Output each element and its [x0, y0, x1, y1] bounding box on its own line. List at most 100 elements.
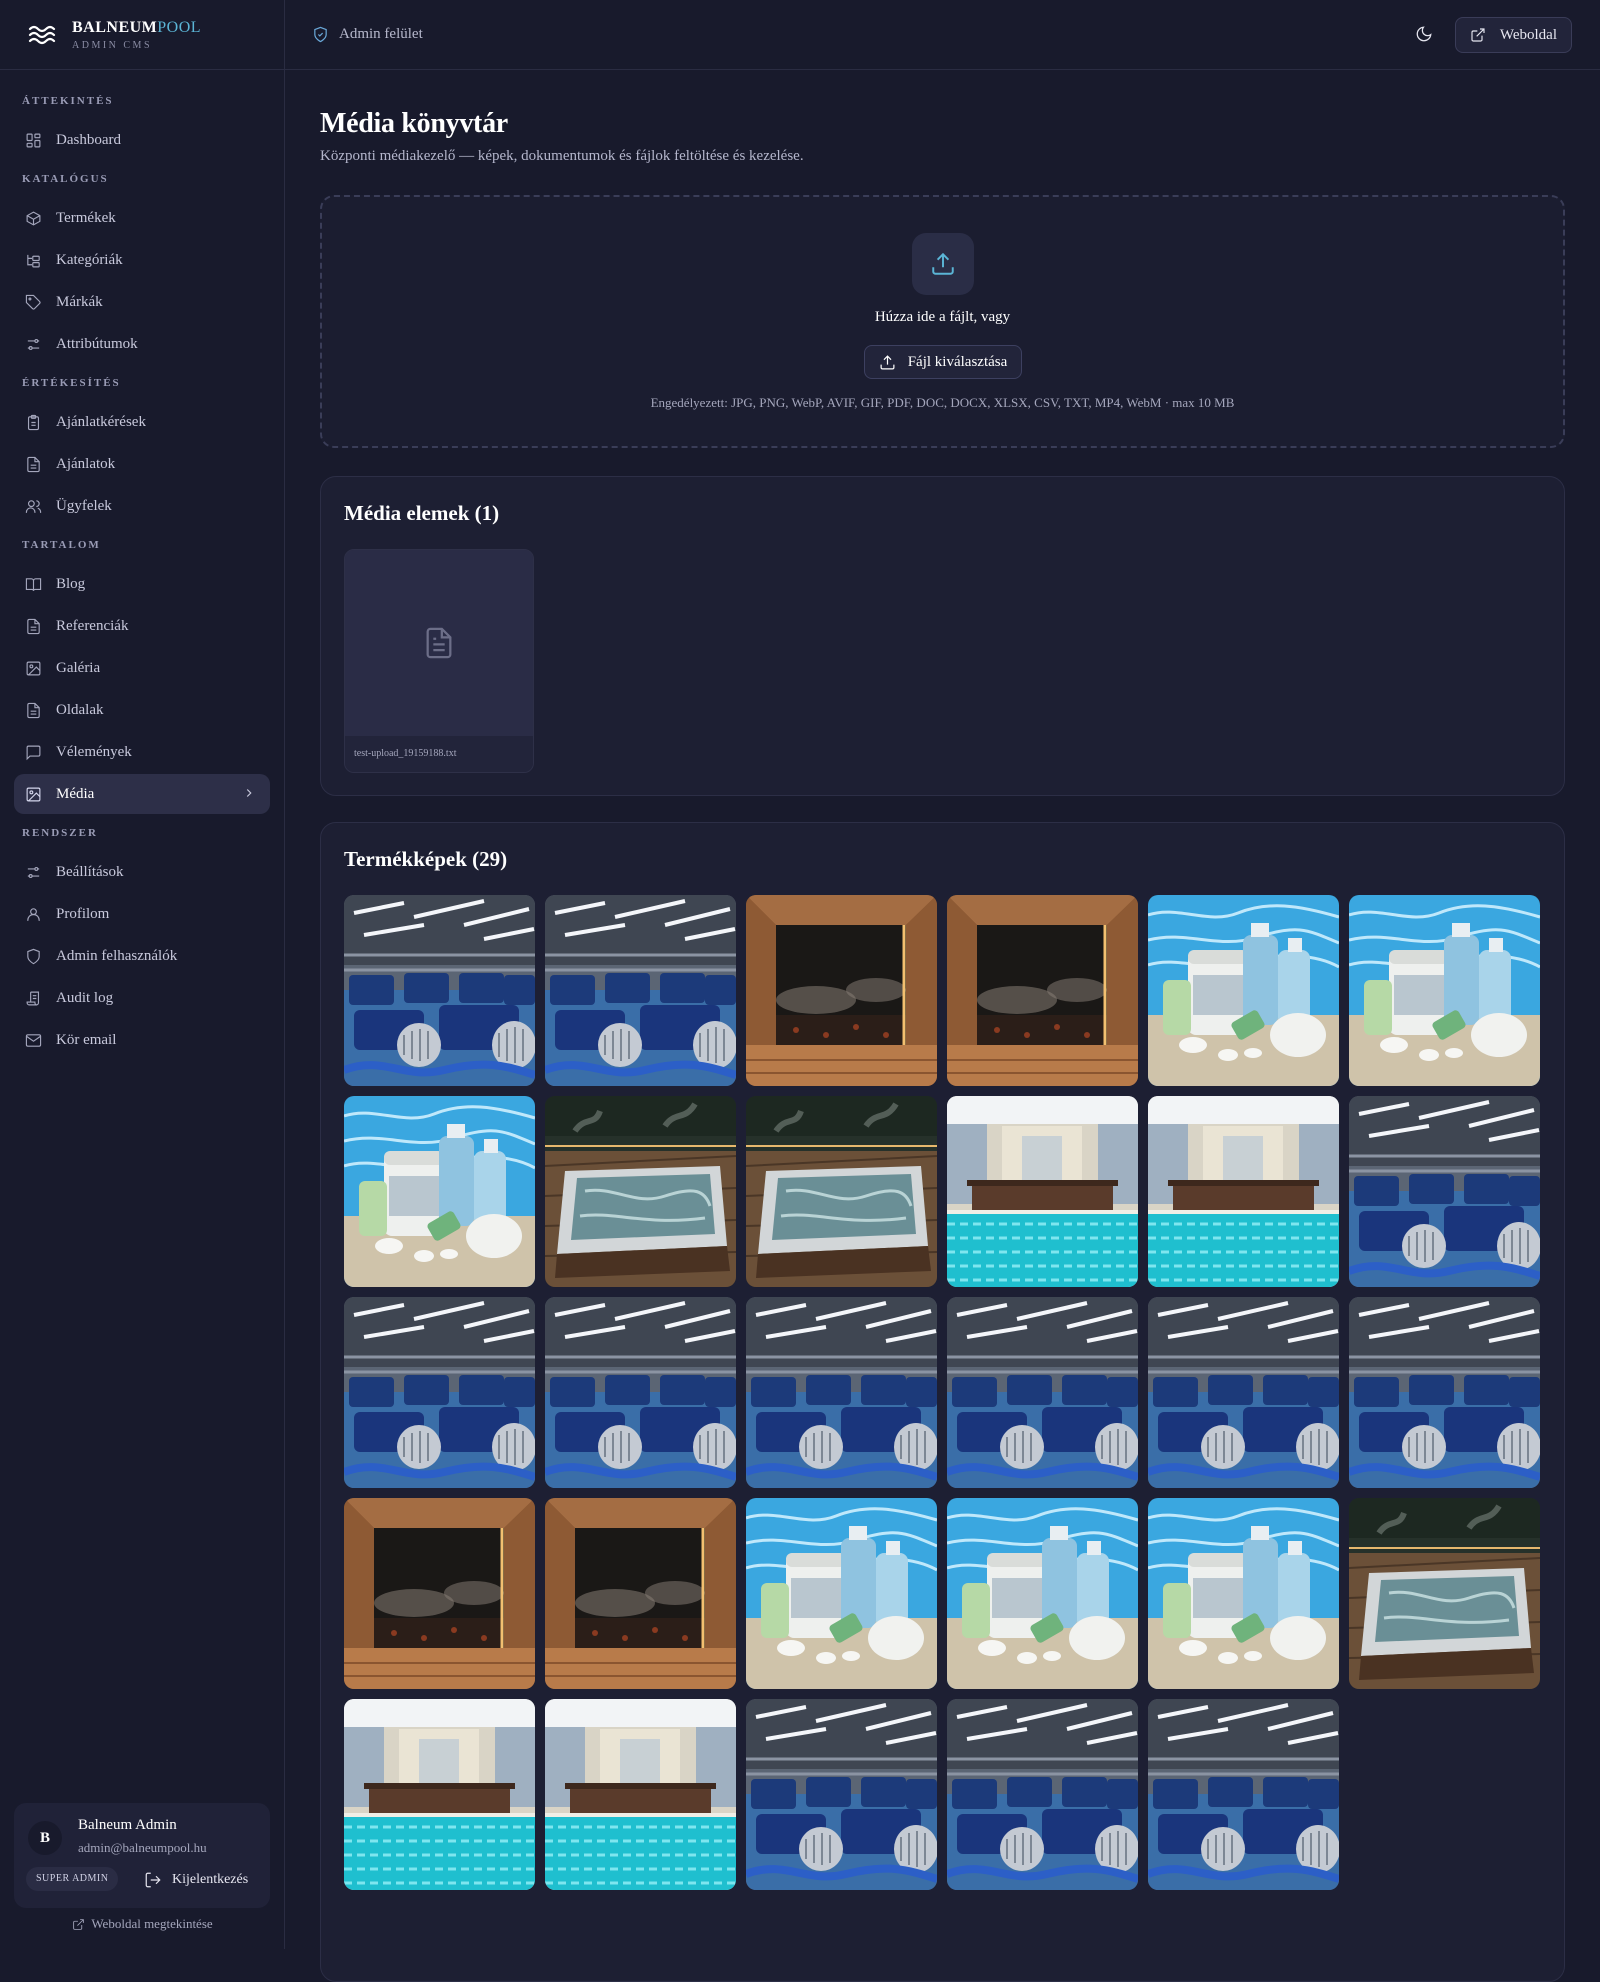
sidebar-item-label: Beállítások [56, 863, 124, 880]
breadcrumb-label: Admin felület [339, 26, 423, 42]
sidebar-item-blog[interactable]: Blog [14, 564, 270, 604]
user-email: admin@balneumpool.hu [78, 1840, 207, 1855]
product-image-hot-tub[interactable] [746, 1096, 937, 1287]
product-image-graphic [1349, 1498, 1540, 1689]
nav-section-label: KATALÓGUS [22, 173, 109, 185]
product-image-graphic [344, 1498, 535, 1689]
theme-toggle[interactable] [1415, 25, 1435, 45]
sidebar-item-ajanlatok[interactable]: Ajánlatok [14, 444, 270, 484]
product-image-graphic [344, 1297, 535, 1488]
product-image-graphic [344, 895, 535, 1086]
product-image-graphic [344, 1699, 535, 1890]
product-image-pump-room[interactable] [947, 1699, 1138, 1890]
sidebar-item-label: Kategóriák [56, 251, 123, 268]
sidebar-item-ajanlatkeresek[interactable]: Ajánlatkérések [14, 402, 270, 442]
allowed-formats: Engedélyezett: JPG, PNG, WebP, AVIF, GIF… [650, 395, 1235, 410]
product-image-chemicals[interactable] [947, 1498, 1138, 1689]
sidebar-item-referenciak[interactable]: Referenciák [14, 606, 270, 646]
media-item-card[interactable]: test-upload_19159188.txt [344, 549, 534, 773]
product-image-indoor-pool[interactable] [344, 1699, 535, 1890]
shield-icon [24, 947, 42, 965]
product-image-graphic [1148, 1699, 1339, 1890]
product-image-graphic [1148, 895, 1339, 1086]
product-image-pump-room[interactable] [1349, 1297, 1540, 1488]
logout-button[interactable]: Kijelentkezés [144, 1868, 248, 1892]
sidebar-item-label: Dashboard [56, 131, 121, 148]
product-image-indoor-pool[interactable] [947, 1096, 1138, 1287]
product-image-graphic [746, 1699, 937, 1890]
product-image-graphic [746, 1498, 937, 1689]
product-image-pump-room[interactable] [1148, 1297, 1339, 1488]
product-image-chemicals[interactable] [344, 1096, 535, 1287]
sidebar-item-label: Audit log [56, 989, 114, 1006]
product-image-indoor-pool[interactable] [1148, 1096, 1339, 1287]
product-image-graphic [1148, 1297, 1339, 1488]
product-image-pump-room[interactable] [344, 895, 535, 1086]
sidebar-item-markak[interactable]: Márkák [14, 282, 270, 322]
image-icon [24, 785, 42, 803]
users-icon [24, 497, 42, 515]
tag-icon [24, 293, 42, 311]
product-image-sauna[interactable] [746, 895, 937, 1086]
sidebar-item-media[interactable]: Média [14, 774, 270, 814]
sidebar-item-kategoriak[interactable]: Kategóriák [14, 240, 270, 280]
product-image-pump-room[interactable] [746, 1297, 937, 1488]
sidebar-item-dashboard[interactable]: Dashboard [14, 120, 270, 160]
package-icon [24, 209, 42, 227]
shield-check-icon [314, 26, 327, 43]
sidebar-item-profilom[interactable]: Profilom [14, 894, 270, 934]
product-image-hot-tub[interactable] [545, 1096, 736, 1287]
product-image-sauna[interactable] [344, 1498, 535, 1689]
sidebar-item-beallitasok[interactable]: Beállítások [14, 852, 270, 892]
product-image-graphic [545, 1498, 736, 1689]
sidebar-item-audit-log[interactable]: Audit log [14, 978, 270, 1018]
product-image-indoor-pool[interactable] [545, 1699, 736, 1890]
sidebar: BALNEUMPOOL ADMIN CMS ÁTTEKINTÉS Dashboar… [0, 0, 285, 1949]
sidebar-item-ugyfelek[interactable]: Ügyfelek [14, 486, 270, 526]
product-image-graphic [1349, 895, 1540, 1086]
brand-logo[interactable]: BALNEUMPOOL ADMIN CMS [0, 0, 284, 70]
sidebar-item-oldalak[interactable]: Oldalak [14, 690, 270, 730]
upload-dropzone[interactable]: Húzza ide a fájlt, vagy Fájl kiválasztás… [320, 195, 1565, 448]
product-image-pump-room[interactable] [344, 1297, 535, 1488]
product-image-hot-tub[interactable] [1349, 1498, 1540, 1689]
nav-section-label: ÉRTÉKESÍTÉS [22, 377, 121, 389]
product-image-pump-room[interactable] [947, 1297, 1138, 1488]
brand-subtitle: ADMIN CMS [72, 39, 153, 51]
product-image-graphic [1148, 1096, 1339, 1287]
document-icon [24, 701, 42, 719]
user-icon [24, 905, 42, 923]
sidebar-item-label: Oldalak [56, 701, 104, 718]
product-image-pump-room[interactable] [545, 895, 736, 1086]
logout-label: Kijelentkezés [172, 1872, 249, 1887]
product-image-chemicals[interactable] [1349, 895, 1540, 1086]
sidebar-item-admin-felhasznalok[interactable]: Admin felhasználók [14, 936, 270, 976]
sidebar-item-label: Ajánlatok [56, 455, 116, 472]
mail-icon [24, 1031, 42, 1049]
product-image-pump-room[interactable] [1148, 1699, 1339, 1890]
product-image-graphic [947, 1699, 1138, 1890]
website-button[interactable]: Weboldal [1454, 17, 1572, 53]
product-image-chemicals[interactable] [746, 1498, 937, 1689]
product-image-pump-room[interactable] [1349, 1096, 1540, 1287]
product-image-graphic [947, 1096, 1138, 1287]
product-images-title: Termékképek (29) [344, 847, 508, 871]
sliders-icon [24, 863, 42, 881]
product-image-sauna[interactable] [947, 895, 1138, 1086]
sidebar-item-galeria[interactable]: Galéria [14, 648, 270, 688]
website-button-label: Weboldal [1499, 26, 1557, 43]
product-image-pump-room[interactable] [746, 1699, 937, 1890]
view-website-link[interactable]: Weboldal megtekintése [0, 1916, 285, 1932]
product-image-chemicals[interactable] [1148, 895, 1339, 1086]
product-image-graphic [545, 1699, 736, 1890]
document-icon [24, 455, 42, 473]
sidebar-item-velemenyek[interactable]: Vélemények [14, 732, 270, 772]
product-image-sauna[interactable] [545, 1498, 736, 1689]
sidebar-item-attributumok[interactable]: Attribútumok [14, 324, 270, 364]
role-badge: SUPER ADMIN [26, 1867, 119, 1891]
sidebar-item-kor-email[interactable]: Kör email [14, 1020, 270, 1060]
sidebar-item-termekek[interactable]: Termékek [14, 198, 270, 238]
product-image-chemicals[interactable] [1148, 1498, 1339, 1689]
choose-file-button[interactable]: Fájl kiválasztása [864, 345, 1022, 379]
product-image-pump-room[interactable] [545, 1297, 736, 1488]
